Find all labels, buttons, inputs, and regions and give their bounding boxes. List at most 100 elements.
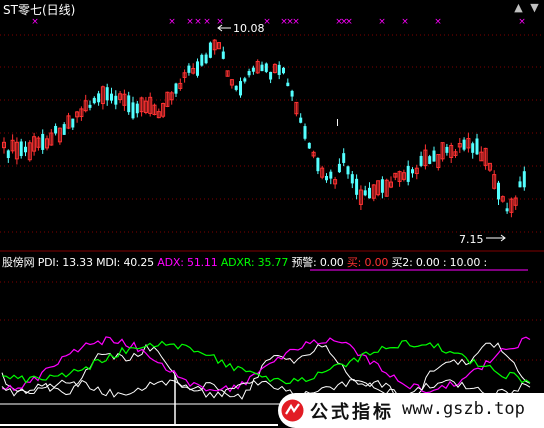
candle-body (419, 155, 423, 166)
candle-body (462, 139, 466, 150)
signal-marker: × (194, 17, 202, 27)
signal-markers: × × × × × × × ××× ××× × × × × (31, 17, 526, 27)
candle-body (221, 51, 225, 59)
candle-body (346, 166, 350, 175)
pdi-value: 13.33 (62, 256, 93, 269)
high-price-label: 10.08 (233, 22, 265, 35)
candle-body (62, 124, 66, 135)
chart-canvas[interactable]: × × × × × × × ××× ××× × × × × I (0, 0, 544, 428)
candle-body (264, 63, 268, 72)
signal-marker: × (168, 17, 176, 27)
candle-body (350, 174, 354, 184)
candle-body (88, 104, 92, 108)
adx-value: 51.11 (187, 256, 218, 269)
logo-icon (281, 399, 304, 422)
candle-body (187, 65, 191, 73)
triangle-down-icon[interactable]: ▼ (528, 1, 541, 14)
candle-body (41, 133, 45, 150)
candle-body (234, 85, 238, 90)
buy-value: 0.00 (364, 256, 389, 269)
candle-body (411, 169, 414, 174)
mdi-label: MDI: (96, 256, 121, 269)
signal-marker: × (518, 17, 526, 27)
chart-title: ST零七(日线) (3, 3, 76, 17)
candle-body (282, 67, 285, 74)
candle-body (174, 83, 178, 94)
signal-marker: × (434, 17, 442, 27)
candle-body (363, 190, 367, 196)
signal-marker: × (378, 17, 386, 27)
candle-body (260, 64, 264, 72)
watermark-text: 公式指标 (310, 402, 394, 423)
adxr-value: 35.77 (257, 256, 289, 269)
low-price-label: 7.15 (459, 233, 484, 246)
cursor-marker: I (336, 118, 339, 129)
grid-lines (0, 34, 544, 361)
candle-body (269, 71, 273, 80)
candle-body (105, 87, 109, 101)
signal-marker: × (401, 17, 409, 27)
candle-body (110, 93, 113, 101)
candle-body (239, 81, 242, 96)
candle-body (432, 150, 436, 162)
mdi-line (1, 336, 531, 394)
candle-body (200, 54, 204, 66)
candle-body (204, 54, 208, 64)
buy2-label: 买2: (391, 256, 413, 269)
trailing-colon: : (483, 256, 487, 269)
candle-body (247, 71, 251, 76)
candle-body (497, 182, 500, 200)
triangle-up-icon[interactable]: ▲ (512, 1, 525, 14)
candle-body (505, 208, 509, 212)
candle-body (243, 78, 247, 82)
signal-marker: × (292, 17, 300, 27)
price-annotations: I (217, 24, 506, 242)
signal-marker: × (186, 17, 194, 27)
candle-body (342, 153, 346, 163)
candle-body (6, 150, 10, 159)
candle-body (97, 93, 101, 103)
candle-body (368, 187, 371, 199)
candle-body (303, 126, 307, 139)
candle-body (316, 157, 320, 172)
candle-body (54, 125, 58, 134)
candle-body (337, 163, 341, 173)
buy-label: 买: (346, 256, 362, 269)
signal-marker: × (31, 17, 39, 27)
candle-body (135, 103, 139, 114)
candle-body (355, 178, 359, 195)
adxr-label: ADXR: (220, 256, 255, 269)
candle-body (522, 171, 526, 188)
candle-body (127, 95, 131, 113)
candle-body (380, 179, 384, 193)
candle-body (307, 142, 311, 149)
adx-label: ADX: (157, 256, 184, 269)
candle-body (196, 61, 199, 76)
candle-body (251, 67, 255, 72)
candle-body (71, 118, 75, 128)
candle-body (518, 181, 522, 188)
indicator-legend: 股傍网 PDI: 13.33 MDI: 40.25 ADX: 51.11 ADX… (2, 254, 487, 270)
adxr-line (1, 339, 531, 385)
indicator-name: 股傍网 (2, 256, 35, 269)
buy2-value: 0.00 : 10.00 (415, 256, 481, 269)
candlestick-series (2, 39, 526, 218)
candle-body (428, 156, 432, 164)
watermark-url: www.gszb.top (402, 399, 525, 419)
signal-marker: × (345, 17, 353, 27)
candle-body (471, 143, 475, 153)
pdi-label: PDI: (37, 256, 59, 269)
watermark-badge: 公式指标 www.gszb.top (278, 393, 544, 428)
candle-body (208, 42, 212, 58)
candle-body (24, 146, 27, 153)
candle-body (277, 64, 281, 75)
alert-value: 0.00 (319, 256, 344, 269)
alert-label: 预警: (291, 256, 317, 269)
signal-marker: × (216, 17, 224, 27)
candle-body (131, 102, 135, 119)
candle-body (92, 97, 96, 104)
candle-body (445, 146, 449, 153)
candle-body (290, 90, 294, 97)
signal-marker: × (203, 17, 211, 27)
candle-body (114, 95, 118, 105)
